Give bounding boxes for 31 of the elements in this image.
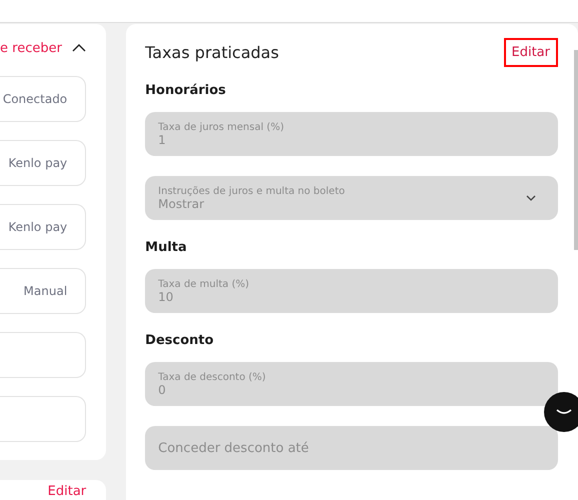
field-label: Instruções de juros e multa no boleto xyxy=(158,186,345,196)
section-heading: Multa xyxy=(145,240,188,255)
section-heading: Honorários xyxy=(145,83,227,98)
status-text: Conectado xyxy=(2,92,68,106)
option-row[interactable]: Conectado xyxy=(0,76,86,122)
option-row[interactable]: Kenlo pay xyxy=(0,140,86,186)
scrollbar-thumb[interactable] xyxy=(574,50,578,250)
section-heading: Desconto xyxy=(145,333,215,348)
field-value: 1 xyxy=(158,132,167,146)
field-label: Taxa de juros mensal (%) xyxy=(158,122,284,132)
smile-icon xyxy=(556,409,572,415)
field-label: Taxa de desconto (%) xyxy=(158,372,266,382)
placeholder-text: Conceder desconto até xyxy=(158,440,309,456)
input-field[interactable]: Conceder desconto até xyxy=(145,426,558,470)
card-title: Taxas praticadas xyxy=(145,43,279,62)
option-row[interactable]: Kenlo pay xyxy=(0,204,86,250)
option-row[interactable]: Manual xyxy=(0,268,86,314)
field-value: 10 xyxy=(158,290,174,304)
chevron-down-icon xyxy=(526,195,536,201)
field-value: 0 xyxy=(158,382,167,396)
section-title: e receber xyxy=(0,40,62,56)
edit-link[interactable]: Editar xyxy=(48,484,86,500)
chevron-up-icon[interactable] xyxy=(72,44,86,52)
field-value: Mostrar xyxy=(158,196,206,210)
option-row[interactable] xyxy=(0,332,86,378)
field-label: Taxa de multa (%) xyxy=(158,278,250,290)
edit-button[interactable]: Editar xyxy=(504,38,558,67)
status-text: Kenlo pay xyxy=(8,220,68,234)
status-text: Manual xyxy=(24,284,68,298)
option-row[interactable] xyxy=(0,396,86,442)
status-text: Kenlo pay xyxy=(8,156,68,170)
